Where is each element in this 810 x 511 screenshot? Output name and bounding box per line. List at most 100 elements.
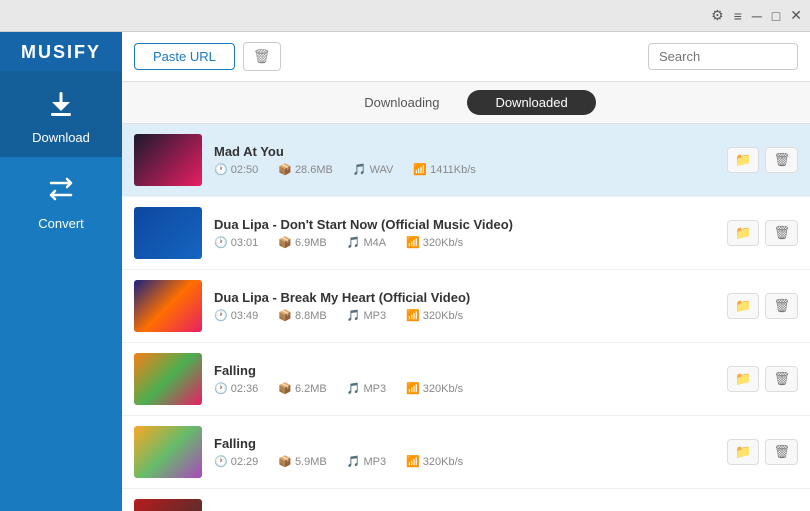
- item-size: 📦 5.9MB: [278, 455, 327, 468]
- download-icon: [45, 87, 77, 126]
- open-folder-button[interactable]: 📁: [727, 293, 759, 319]
- item-duration: 🕐 02:50: [214, 163, 258, 176]
- item-title: Dua Lipa - Don't Start Now (Official Mus…: [214, 217, 715, 232]
- item-actions: 📁 🗑: [727, 147, 798, 173]
- open-folder-button[interactable]: 📁: [727, 147, 759, 173]
- open-folder-button[interactable]: 📁: [727, 366, 759, 392]
- item-meta: 🕐 03:01 📦 6.9MB 🎵 M4A 📶 320Kb/s: [214, 236, 715, 249]
- item-format: 🎵 MP3: [347, 455, 386, 468]
- format-icon: 🎵: [347, 236, 361, 249]
- tab-downloaded[interactable]: Downloaded: [467, 90, 595, 115]
- clock-icon: 🕐: [214, 455, 228, 468]
- search-input[interactable]: [648, 43, 798, 70]
- item-info: Dua Lipa - Don't Start Now (Official Mus…: [214, 217, 715, 249]
- item-thumbnail: [134, 353, 202, 405]
- title-bar: ⚙ ≡ ─ □ ✕: [0, 0, 810, 32]
- toolbar: Paste URL 🗑: [122, 32, 810, 82]
- gear-icon[interactable]: ⚙: [711, 7, 724, 24]
- list-item: Dua Lipa - Break My Heart (Official Vide…: [122, 270, 810, 343]
- app-title: MUSIFY: [21, 42, 101, 62]
- list-item: Falling 🕐 02:29 📦 5.9MB 🎵 MP3 📶 320Kb/s: [122, 416, 810, 489]
- app-container: MUSIFY Download Convert: [0, 32, 810, 511]
- item-duration: 🕐 03:49: [214, 309, 258, 322]
- list-item: Mad At You 🕐 02:50 📦 28.6MB 🎵 WAV 📶 1411…: [122, 124, 810, 197]
- item-actions: 📁 🗑: [727, 366, 798, 392]
- item-meta: 🕐 03:49 📦 8.8MB 🎵 MP3 📶 320Kb/s: [214, 309, 715, 322]
- item-size: 📦 28.6MB: [278, 163, 333, 176]
- list-item: Dua Lipa - Don't Start Now (Official Mus…: [122, 197, 810, 270]
- item-meta: 🕐 02:36 📦 6.2MB 🎵 MP3 📶 320Kb/s: [214, 382, 715, 395]
- sidebar-item-convert[interactable]: Convert: [0, 157, 122, 243]
- item-format: 🎵 WAV: [353, 163, 394, 176]
- format-icon: 🎵: [353, 163, 367, 176]
- item-meta: 🕐 02:29 📦 5.9MB 🎵 MP3 📶 320Kb/s: [214, 455, 715, 468]
- list-item: What Am I 📁 🗑: [122, 489, 810, 511]
- item-bitrate: 📶 1411Kb/s: [413, 163, 475, 176]
- item-size: 📦 8.8MB: [278, 309, 327, 322]
- clock-icon: 🕐: [214, 382, 228, 395]
- sidebar-item-download-label: Download: [32, 130, 90, 145]
- item-bitrate: 📶 320Kb/s: [406, 309, 463, 322]
- item-info: Dua Lipa - Break My Heart (Official Vide…: [214, 290, 715, 322]
- sidebar-logo: MUSIFY: [0, 32, 122, 71]
- clear-button[interactable]: 🗑: [243, 42, 281, 71]
- minimize-icon[interactable]: ─: [752, 8, 762, 24]
- file-size-icon: 📦: [278, 236, 292, 249]
- bitrate-icon: 📶: [406, 382, 420, 395]
- item-duration: 🕐 03:01: [214, 236, 258, 249]
- item-meta: 🕐 02:50 📦 28.6MB 🎵 WAV 📶 1411Kb/s: [214, 163, 715, 176]
- item-actions: 📁 🗑: [727, 220, 798, 246]
- format-icon: 🎵: [347, 382, 361, 395]
- item-thumbnail: [134, 499, 202, 511]
- sidebar-item-download[interactable]: Download: [0, 71, 122, 157]
- tabs-bar: Downloading Downloaded: [122, 82, 810, 124]
- item-format: 🎵 MP3: [347, 382, 386, 395]
- bitrate-icon: 📶: [413, 163, 427, 176]
- file-size-icon: 📦: [278, 455, 292, 468]
- item-info: Falling 🕐 02:29 📦 5.9MB 🎵 MP3 📶 320Kb/s: [214, 436, 715, 468]
- list-item: Falling 🕐 02:36 📦 6.2MB 🎵 MP3 📶 320Kb/s: [122, 343, 810, 416]
- bitrate-icon: 📶: [406, 455, 420, 468]
- convert-icon: [45, 173, 77, 212]
- delete-item-button[interactable]: 🗑: [765, 220, 798, 246]
- format-icon: 🎵: [347, 309, 361, 322]
- item-title: Falling: [214, 436, 715, 451]
- item-format: 🎵 MP3: [347, 309, 386, 322]
- item-title: Mad At You: [214, 144, 715, 159]
- item-actions: 📁 🗑: [727, 439, 798, 465]
- delete-item-button[interactable]: 🗑: [765, 366, 798, 392]
- item-size: 📦 6.9MB: [278, 236, 327, 249]
- item-info: Mad At You 🕐 02:50 📦 28.6MB 🎵 WAV 📶 1411…: [214, 144, 715, 176]
- file-size-icon: 📦: [278, 382, 292, 395]
- clock-icon: 🕐: [214, 309, 228, 322]
- main-content: Paste URL 🗑 Downloading Downloaded Mad A…: [122, 32, 810, 511]
- item-format: 🎵 M4A: [347, 236, 386, 249]
- paste-url-button[interactable]: Paste URL: [134, 43, 235, 70]
- item-thumbnail: [134, 207, 202, 259]
- item-bitrate: 📶 320Kb/s: [406, 382, 463, 395]
- item-bitrate: 📶 320Kb/s: [406, 455, 463, 468]
- item-duration: 🕐 02:36: [214, 382, 258, 395]
- open-folder-button[interactable]: 📁: [727, 439, 759, 465]
- maximize-icon[interactable]: □: [772, 8, 780, 24]
- item-info: Falling 🕐 02:36 📦 6.2MB 🎵 MP3 📶 320Kb/s: [214, 363, 715, 395]
- sidebar-item-convert-label: Convert: [38, 216, 84, 231]
- tab-downloading[interactable]: Downloading: [336, 90, 467, 115]
- delete-item-button[interactable]: 🗑: [765, 293, 798, 319]
- item-actions: 📁 🗑: [727, 293, 798, 319]
- clock-icon: 🕐: [214, 236, 228, 249]
- delete-item-button[interactable]: 🗑: [765, 439, 798, 465]
- close-icon[interactable]: ✕: [790, 7, 802, 24]
- item-bitrate: 📶 320Kb/s: [406, 236, 463, 249]
- item-thumbnail: [134, 280, 202, 332]
- item-duration: 🕐 02:29: [214, 455, 258, 468]
- item-thumbnail: [134, 134, 202, 186]
- clock-icon: 🕐: [214, 163, 228, 176]
- sidebar: MUSIFY Download Convert: [0, 32, 122, 511]
- format-icon: 🎵: [347, 455, 361, 468]
- file-size-icon: 📦: [278, 163, 292, 176]
- delete-item-button[interactable]: 🗑: [765, 147, 798, 173]
- open-folder-button[interactable]: 📁: [727, 220, 759, 246]
- menu-icon[interactable]: ≡: [734, 8, 742, 24]
- file-size-icon: 📦: [278, 309, 292, 322]
